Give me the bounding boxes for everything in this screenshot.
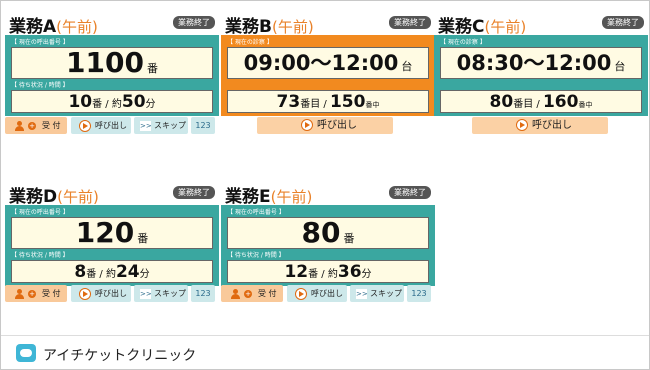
play-icon <box>79 119 91 132</box>
receive-button[interactable]: + 受 付 <box>5 285 67 302</box>
panel-header: 業務B(午前) 業務終了 <box>221 11 435 37</box>
person-icon <box>15 120 25 131</box>
session-label: 【 現在の診察 】 <box>227 39 273 46</box>
session-box: 09:00〜12:00 台 <box>227 47 429 79</box>
wait-box: 12番 / 約36分 <box>227 260 429 283</box>
button-row: + 受 付 呼び出し >> スキップ 123 <box>5 285 219 303</box>
panel-title: 業務E(午前) <box>225 187 313 207</box>
call-button[interactable]: 呼び出し <box>257 117 393 134</box>
panel-body: 【 現在の診察 】 09:00〜12:00 台 73番目 / 150番中 <box>221 35 435 116</box>
panel-header: 業務C(午前) 業務終了 <box>434 11 648 37</box>
number-button[interactable]: 123 <box>191 117 215 134</box>
button-row: 呼び出し <box>472 117 608 135</box>
panel-title: 業務B(午前) <box>225 17 314 37</box>
number-button[interactable]: 123 <box>407 285 431 302</box>
position-box: 80番目 / 160番中 <box>440 90 642 113</box>
plus-icon: + <box>28 121 36 130</box>
panel-d: 業務D(午前) 業務終了 【 現在の呼出番号 】 120 番 【 待ち状況 / 時… <box>5 181 219 302</box>
plus-icon: + <box>244 289 252 298</box>
person-icon <box>15 288 25 299</box>
number-button[interactable]: 123 <box>191 285 215 302</box>
button-row: 呼び出し <box>257 117 393 135</box>
panel-body: 【 現在の呼出番号 】 120 番 【 待ち状況 / 時間 】 8番 / 約24分 <box>5 205 219 286</box>
brand-name: アイチケットクリニック <box>43 348 197 364</box>
panel-header: 業務E(午前) 業務終了 <box>221 181 435 207</box>
call-number-box: 120 番 <box>11 217 213 249</box>
call-button[interactable]: 呼び出し <box>287 285 347 302</box>
skip-icon: >> <box>356 288 368 299</box>
wait-label: 【 待ち状況 / 時間 】 <box>11 252 69 259</box>
panel-title: 業務D(午前) <box>9 187 99 207</box>
play-icon <box>295 287 307 300</box>
cloud-logo-icon <box>16 344 36 362</box>
play-icon <box>79 287 91 300</box>
person-icon <box>231 288 241 299</box>
panel-c: 業務C(午前) 業務終了 【 現在の診察 】 08:30〜12:00 台 80番目… <box>434 11 648 134</box>
status-badge: 業務終了 <box>389 186 431 199</box>
skip-button[interactable]: >> スキップ <box>134 117 188 134</box>
panel-title: 業務C(午前) <box>438 17 527 37</box>
footer: アイチケットクリニック <box>1 335 649 370</box>
button-row: + 受 付 呼び出し >> スキップ 123 <box>5 117 219 135</box>
call-number-box: 80 番 <box>227 217 429 249</box>
panel-a: 業務A(午前) 業務終了 【 現在の呼出番号 】 1100 番 【 待ち状況 / … <box>5 11 219 134</box>
call-button[interactable]: 呼び出し <box>71 117 131 134</box>
wait-label: 【 待ち状況 / 時間 】 <box>227 252 285 259</box>
play-icon <box>301 119 313 131</box>
play-icon <box>516 119 528 131</box>
status-badge: 業務終了 <box>389 16 431 29</box>
call-button[interactable]: 呼び出し <box>472 117 608 134</box>
call-button[interactable]: 呼び出し <box>71 285 131 302</box>
panel-header: 業務A(午前) 業務終了 <box>5 11 219 37</box>
panel-body: 【 現在の診察 】 08:30〜12:00 台 80番目 / 160番中 <box>434 35 648 116</box>
plus-icon: + <box>28 289 36 298</box>
skip-icon: >> <box>140 288 152 299</box>
status-badge: 業務終了 <box>602 16 644 29</box>
panel-header: 業務D(午前) 業務終了 <box>5 181 219 207</box>
call-number-box: 1100 番 <box>11 47 213 79</box>
panel-body: 【 現在の呼出番号 】 1100 番 【 待ち状況 / 時間 】 10番 / 約5… <box>5 35 219 116</box>
panel-e: 業務E(午前) 業務終了 【 現在の呼出番号 】 80 番 【 待ち状況 / 時間… <box>221 181 435 302</box>
panel-title: 業務A(午前) <box>9 17 98 37</box>
session-box: 08:30〜12:00 台 <box>440 47 642 79</box>
panel-b: 業務B(午前) 業務終了 【 現在の診察 】 09:00〜12:00 台 73番目… <box>221 11 435 134</box>
wait-box: 8番 / 約24分 <box>11 260 213 283</box>
position-box: 73番目 / 150番中 <box>227 90 429 113</box>
status-badge: 業務終了 <box>173 186 215 199</box>
status-badge: 業務終了 <box>173 16 215 29</box>
receive-button[interactable]: + 受 付 <box>5 117 67 134</box>
skip-button[interactable]: >> スキップ <box>134 285 188 302</box>
button-row: + 受 付 呼び出し >> スキップ 123 <box>221 285 435 303</box>
wait-box: 10番 / 約50分 <box>11 90 213 113</box>
wait-label: 【 待ち状況 / 時間 】 <box>11 82 69 89</box>
receive-button[interactable]: + 受 付 <box>221 285 283 302</box>
panel-body: 【 現在の呼出番号 】 80 番 【 待ち状況 / 時間 】 12番 / 約36分 <box>221 205 435 286</box>
skip-icon: >> <box>140 120 152 131</box>
skip-button[interactable]: >> スキップ <box>350 285 404 302</box>
app-frame: 業務A(午前) 業務終了 【 現在の呼出番号 】 1100 番 【 待ち状況 / … <box>0 0 650 370</box>
session-label: 【 現在の診察 】 <box>440 39 486 46</box>
